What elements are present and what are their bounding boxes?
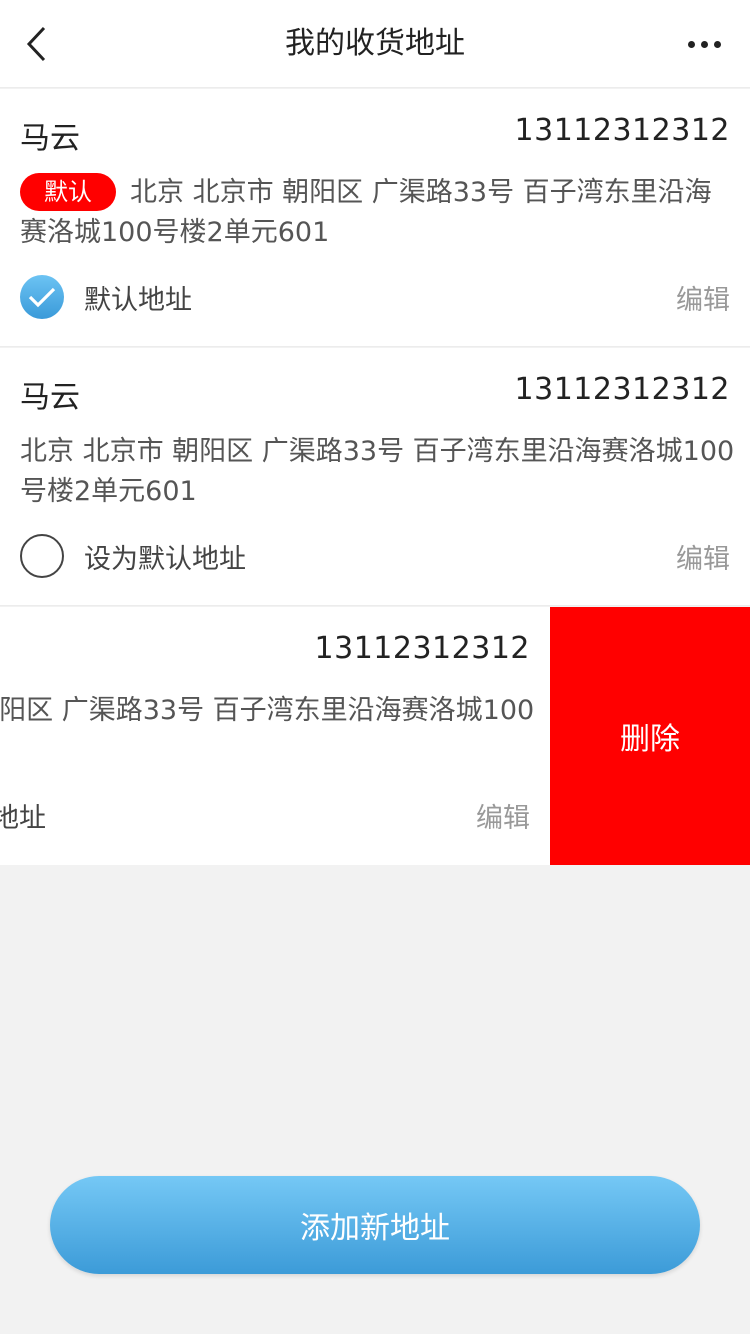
edit-button[interactable]: 编辑 bbox=[676, 537, 730, 576]
address-text-block: 默认 北京 北京市 朝阳区 广渠路33号 百子湾东里沿海赛洛城100号楼2单元60… bbox=[20, 173, 735, 253]
more-button[interactable] bbox=[674, 22, 734, 66]
recipient-phone: 13112312312 bbox=[514, 113, 730, 148]
recipient-phone: 13112312312 bbox=[514, 372, 730, 407]
edit-button[interactable]: 编辑 bbox=[676, 278, 730, 317]
page-title: 我的收货地址 bbox=[285, 26, 465, 61]
address-text: 北京 北京市 朝阳区 广渠路33号 百子湾东里沿海赛洛城100号楼2单元601 bbox=[20, 177, 712, 248]
more-dots-icon bbox=[687, 40, 695, 48]
default-toggle[interactable]: 设为默认地址 bbox=[20, 534, 246, 578]
default-label: 默认地址 bbox=[84, 284, 192, 316]
default-label: 设为默认地址 bbox=[84, 543, 246, 575]
default-toggle[interactable]: 默认地址 bbox=[20, 275, 192, 319]
address-card[interactable]: 马云 13112312312 默认 北京 北京市 朝阳区 广渠路33号 百子湾东里… bbox=[0, 89, 750, 347]
checkmark-icon bbox=[28, 287, 56, 308]
address-text: 北京 北京市 朝阳区 广渠路33号 百子湾东里沿海赛洛城100号楼2单元601 bbox=[20, 436, 735, 507]
address-card-content: 马云 13112312312 北京 北京市 朝阳区 广渠路33号 百子湾东里沿海… bbox=[0, 348, 750, 605]
default-checkbox[interactable] bbox=[20, 275, 64, 319]
default-radio[interactable] bbox=[20, 534, 64, 578]
default-toggle[interactable]: 设为默认地址 bbox=[0, 793, 46, 837]
delete-button[interactable]: 删除 bbox=[550, 607, 750, 865]
address-text: 北京 北京市 朝阳区 广渠路33号 百子湾东里沿海赛洛城100号楼2单元601 bbox=[0, 695, 535, 726]
address-card-content: 马云 13112312312 默认 北京 北京市 朝阳区 广渠路33号 百子湾东里… bbox=[0, 89, 750, 346]
recipient-phone: 13112312312 bbox=[314, 631, 530, 666]
address-card-content[interactable]: 马云 13112312312 北京 北京市 朝阳区 广渠路33号 百子湾东里沿海… bbox=[0, 607, 550, 865]
navbar: 我的收货地址 bbox=[0, 0, 750, 88]
default-badge: 默认 bbox=[20, 173, 116, 211]
address-card[interactable]: 马云 13112312312 北京 北京市 朝阳区 广渠路33号 百子湾东里沿海… bbox=[0, 348, 750, 606]
recipient-name: 马云 bbox=[20, 121, 80, 156]
edit-button[interactable]: 编辑 bbox=[476, 796, 530, 835]
default-label: 设为默认地址 bbox=[0, 802, 46, 834]
address-card-swiped[interactable]: 马云 13112312312 北京 北京市 朝阳区 广渠路33号 百子湾东里沿海… bbox=[0, 607, 750, 865]
add-address-button[interactable]: 添加新地址 bbox=[50, 1176, 700, 1274]
recipient-name: 马云 bbox=[20, 380, 80, 415]
